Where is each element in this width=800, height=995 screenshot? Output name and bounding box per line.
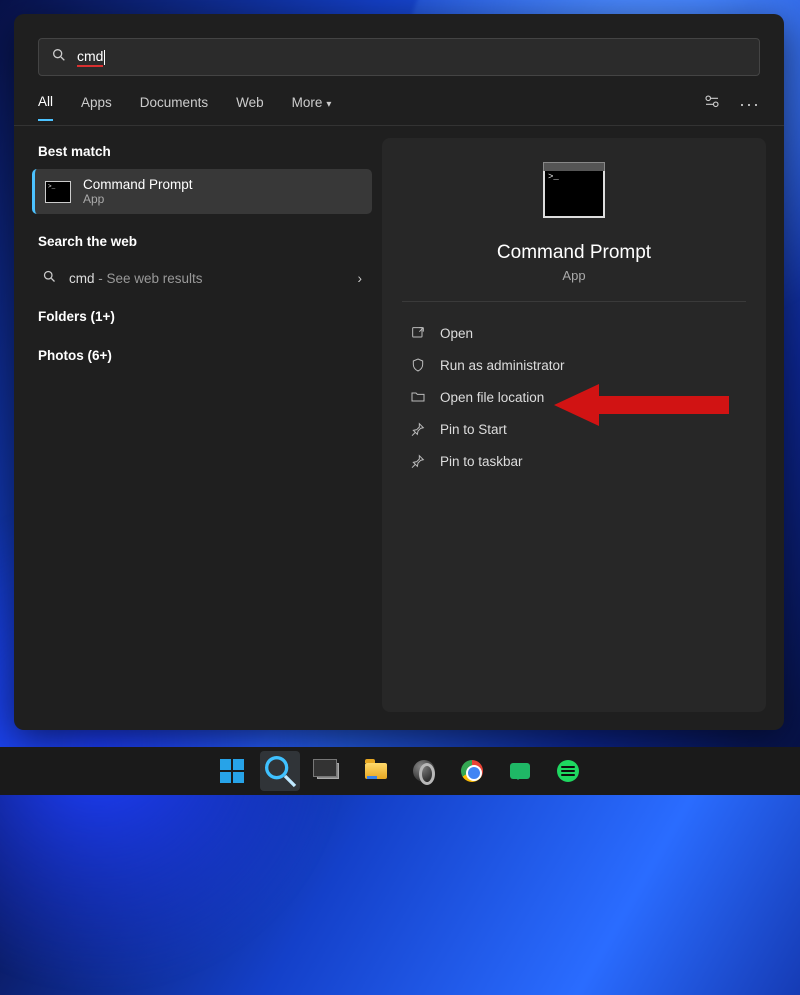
taskbar-chat[interactable]	[500, 751, 540, 791]
folder-icon	[410, 389, 426, 405]
best-match-result[interactable]: Command Prompt App	[32, 169, 372, 214]
search-text: cmd	[77, 48, 103, 67]
pin-icon	[410, 453, 426, 469]
shield-icon	[410, 357, 426, 373]
chrome-icon	[461, 760, 483, 782]
taskbar-chrome[interactable]	[452, 751, 492, 791]
tab-apps[interactable]: Apps	[81, 89, 112, 120]
taskbar-opera[interactable]	[404, 751, 444, 791]
details-subtitle: App	[562, 268, 585, 283]
folders-category[interactable]: Folders (1+)	[32, 297, 372, 336]
open-icon	[410, 325, 426, 341]
search-icon	[51, 47, 67, 67]
photos-category[interactable]: Photos (6+)	[32, 336, 372, 375]
search-web-label: Search the web	[32, 228, 372, 259]
tab-web[interactable]: Web	[236, 89, 264, 120]
pin-icon	[410, 421, 426, 437]
action-open[interactable]: Open	[402, 318, 746, 348]
best-match-subtitle: App	[83, 192, 193, 206]
action-label: Pin to taskbar	[440, 454, 523, 469]
chat-icon	[510, 763, 530, 779]
search-field[interactable]: cmd	[38, 38, 760, 76]
taskbar-spotify[interactable]	[548, 751, 588, 791]
command-prompt-icon	[543, 168, 605, 218]
taskbar	[0, 747, 800, 795]
details-title: Command Prompt	[497, 242, 651, 264]
web-result-row[interactable]: cmd - See web results ›	[32, 259, 372, 297]
tab-documents[interactable]: Documents	[140, 89, 208, 120]
text-caret	[104, 50, 105, 65]
search-icon	[42, 269, 57, 287]
windows-logo-icon	[220, 759, 244, 783]
action-pin-to-taskbar[interactable]: Pin to taskbar	[402, 446, 746, 476]
tab-all[interactable]: All	[38, 88, 53, 121]
action-run-as-administrator[interactable]: Run as administrator	[402, 350, 746, 380]
best-match-title: Command Prompt	[83, 177, 193, 192]
action-label: Run as administrator	[440, 358, 565, 373]
chevron-right-icon: ›	[358, 271, 363, 286]
results-column: Best match Command Prompt App Search the…	[32, 138, 372, 712]
folder-icon	[365, 763, 387, 779]
annotation-arrow	[554, 380, 729, 435]
taskbar-search-button[interactable]	[260, 751, 300, 791]
best-match-label: Best match	[32, 138, 372, 169]
start-search-panel: cmd All Apps Documents Web More▾ ··· Bes…	[14, 14, 784, 730]
search-icon	[260, 751, 300, 791]
taskbar-task-view[interactable]	[308, 751, 348, 791]
taskbar-start-button[interactable]	[212, 751, 252, 791]
taskbar-file-explorer[interactable]	[356, 751, 396, 791]
spotify-icon	[557, 760, 579, 782]
tab-more[interactable]: More▾	[292, 89, 332, 120]
command-prompt-icon	[45, 181, 71, 203]
action-label: Pin to Start	[440, 422, 507, 437]
filter-tabs: All Apps Documents Web More▾ ···	[14, 90, 784, 126]
chevron-down-icon: ▾	[326, 99, 331, 110]
quick-settings-icon[interactable]	[703, 93, 721, 116]
action-label: Open file location	[440, 390, 544, 405]
action-label: Open	[440, 326, 473, 341]
task-view-icon	[317, 763, 339, 779]
opera-icon	[413, 760, 435, 782]
more-options-icon[interactable]: ···	[739, 94, 760, 115]
